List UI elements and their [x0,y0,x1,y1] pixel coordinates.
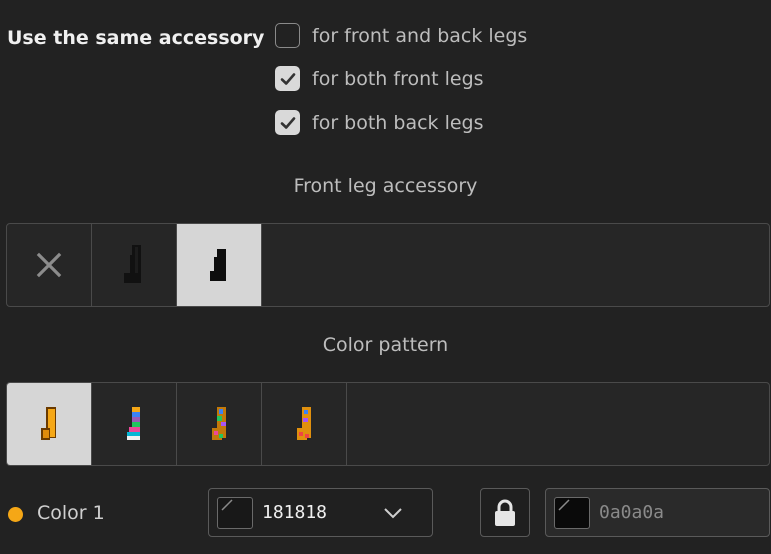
check-icon [280,116,295,129]
rainbow-sock-icon [127,407,140,440]
check-icon [280,72,295,85]
pattern-rainbow[interactable] [92,383,177,465]
accessory-none[interactable] [7,224,92,306]
lock-icon [495,499,515,526]
same-accessory-label: Use the same accessory [7,27,265,49]
color1-picker[interactable]: 181818 [208,488,433,537]
option-label: for front and back legs [312,24,528,47]
checkbox-checked[interactable] [275,110,300,135]
color-hex-value[interactable]: 181818 [262,502,327,523]
leg-sock-icon [210,249,226,281]
orange-sock-icon [41,407,56,440]
leg-sock-icon [124,245,141,283]
multicolor-sock-icon [297,407,311,440]
checkbox-checked[interactable] [275,66,300,91]
option-front-and-back[interactable]: for front and back legs [275,23,527,48]
front-leg-title: Front leg accessory [293,175,478,197]
lock-button[interactable] [480,488,530,537]
color-swatch [217,496,253,529]
color-status-dot [8,507,23,522]
color1-label: Color 1 [37,502,105,524]
close-icon [36,252,62,278]
pattern-multicolor-b[interactable] [262,383,347,465]
color-swatch [554,496,590,529]
pattern-multicolor-a[interactable] [177,383,262,465]
color-pattern-list [6,382,770,466]
chevron-down-icon[interactable] [383,507,403,519]
accessory-sock[interactable] [92,224,177,306]
locked-hex-value: 0a0a0a [599,502,665,523]
option-label: for both front legs [312,67,484,90]
locked-color-picker: 0a0a0a [545,488,770,537]
option-both-front[interactable]: for both front legs [275,66,484,91]
front-leg-accessory-list [6,223,770,307]
accessory-sock-selected[interactable] [177,224,262,306]
multicolor-sock-icon [212,407,226,440]
pattern-solid[interactable] [7,383,92,465]
option-both-back[interactable]: for both back legs [275,110,484,135]
pattern-title: Color pattern [322,334,449,356]
checkbox-unchecked[interactable] [275,23,300,48]
option-label: for both back legs [312,111,484,134]
